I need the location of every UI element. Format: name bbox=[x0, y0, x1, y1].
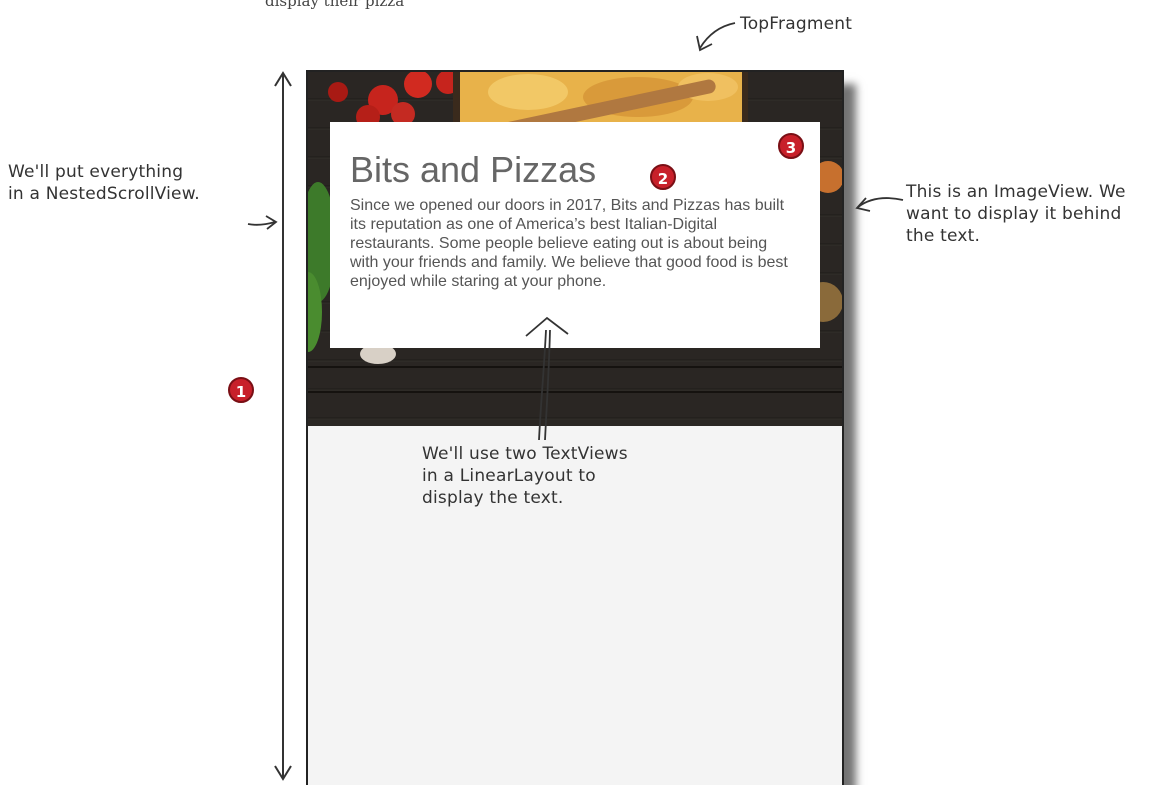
label-line: display the text. bbox=[422, 488, 564, 508]
label-line: We'll put everything bbox=[8, 162, 184, 182]
label-nested-scroll-view: We'll put everything in a NestedScrollVi… bbox=[8, 162, 200, 204]
label-top-fragment-text: TopFragment bbox=[740, 14, 853, 34]
label-line: We'll use two TextViews bbox=[422, 444, 628, 464]
label-top-fragment: TopFragment bbox=[740, 14, 852, 34]
label-line: This is an ImageView. We bbox=[906, 182, 1126, 202]
label-text-views: We'll use two TextViews in a LinearLayou… bbox=[422, 444, 628, 508]
annotation-arrows bbox=[247, 22, 904, 781]
label-line: in a NestedScrollView. bbox=[8, 184, 200, 204]
label-line: in a LinearLayout to bbox=[422, 466, 596, 486]
label-line: want to display it behind bbox=[906, 204, 1122, 224]
label-line: the text. bbox=[906, 226, 981, 246]
label-image-view: This is an ImageView. We want to display… bbox=[906, 182, 1126, 246]
